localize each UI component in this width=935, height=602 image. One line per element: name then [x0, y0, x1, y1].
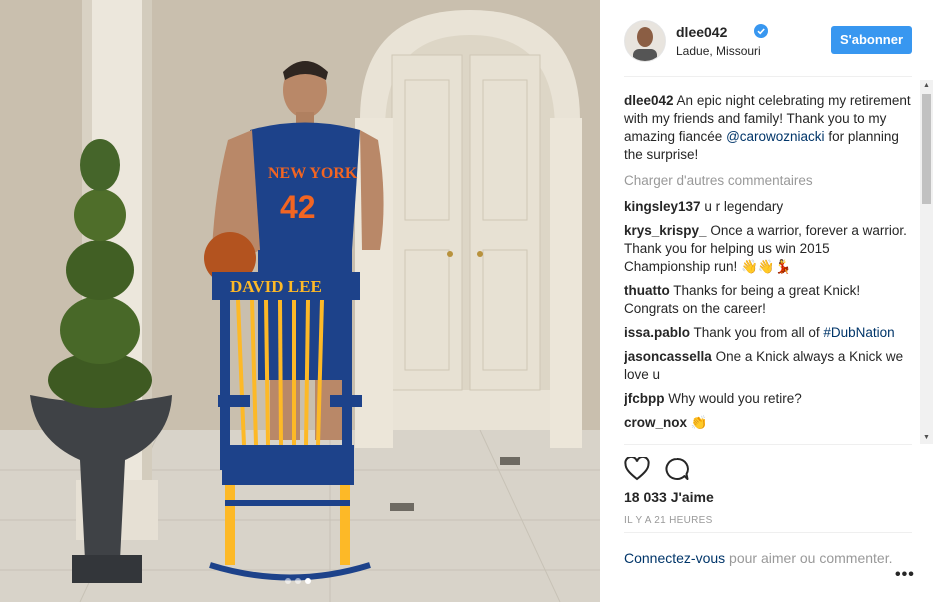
scroll-up-arrow-icon[interactable]: ▲ — [920, 80, 933, 92]
comment-item: thuatto Thanks for being a great Knick! … — [624, 282, 914, 318]
follow-button[interactable]: S'abonner — [830, 26, 912, 54]
chair-name-text: DAVID LEE — [230, 277, 322, 296]
comment-username[interactable]: crow_nox — [624, 415, 687, 430]
carousel-dot-active — [305, 578, 311, 584]
comment-username[interactable]: issa.pablo — [624, 325, 690, 340]
scrollbar-thumb[interactable] — [922, 94, 931, 204]
comment-username[interactable]: kingsley137 — [624, 199, 701, 214]
login-prompt-text: pour aimer ou commenter. — [725, 550, 893, 566]
comments-scrollbar[interactable]: ▲ ▼ — [920, 80, 933, 444]
login-link[interactable]: Connectez-vous — [624, 550, 725, 566]
avatar-image — [625, 21, 665, 61]
carousel-dot — [285, 578, 291, 584]
post-header: dlee042 Ladue, Missouri S'abonner — [624, 16, 912, 77]
comment-hashtag[interactable]: #DubNation — [823, 325, 894, 340]
post-photo[interactable]: NEW YORK 42 DAVID LEE — [0, 0, 600, 602]
post-timestamp[interactable]: IL Y A 21 HEURES — [624, 515, 713, 526]
comment-item: issa.pablo Thank you from all of #DubNat… — [624, 324, 914, 342]
comment-item: kingsley137 u r legendary — [624, 198, 914, 216]
comment-item: crow_nox 👏 — [624, 414, 914, 432]
carousel-dot — [295, 578, 301, 584]
caption: dlee042 An epic night celebrating my ret… — [624, 92, 914, 164]
location-link[interactable]: Ladue, Missouri — [676, 44, 761, 58]
comment-username[interactable]: jfcbpp — [624, 391, 665, 406]
comment-text: 👏 — [687, 415, 708, 430]
jersey-team-text: NEW YORK — [268, 165, 358, 182]
carousel-indicator — [285, 578, 311, 584]
caption-mention[interactable]: @carowozniacki — [726, 129, 825, 144]
comment-username[interactable]: thuatto — [624, 283, 670, 298]
comment-username[interactable]: krys_krispy_ — [624, 223, 707, 238]
username-link[interactable]: dlee042 — [676, 24, 727, 40]
comment-text: u r legendary — [700, 199, 784, 214]
post-actions: 18 033 J'aime IL Y A 21 HEURES — [624, 444, 912, 545]
comment-icon[interactable] — [664, 457, 690, 481]
jersey-number-text: 42 — [280, 189, 316, 225]
comment-item: jasoncassella One a Knick always a Knick… — [624, 348, 914, 384]
load-more-comments-link[interactable]: Charger d'autres commentaires — [624, 172, 914, 190]
verified-badge-icon — [754, 24, 768, 38]
login-prompt: Connectez-vous pour aimer ou commenter. — [624, 532, 912, 567]
comment-text: Thank you from all of — [690, 325, 824, 340]
comment-item: krys_krispy_ Once a warrior, forever a w… — [624, 222, 914, 276]
scroll-down-arrow-icon[interactable]: ▼ — [920, 432, 933, 444]
comment-item: jfcbpp Why would you retire? — [624, 390, 914, 408]
comment-text: Why would you retire? — [664, 391, 802, 406]
heart-icon[interactable] — [624, 457, 650, 481]
likes-count[interactable]: 18 033 J'aime — [624, 489, 714, 505]
avatar[interactable] — [624, 20, 666, 62]
more-options-icon[interactable]: ••• — [895, 566, 915, 584]
caption-username[interactable]: dlee042 — [624, 93, 674, 108]
photo-illustration: NEW YORK 42 DAVID LEE — [0, 0, 600, 602]
comments-list: dlee042 An epic night celebrating my ret… — [624, 92, 914, 444]
comment-username[interactable]: jasoncassella — [624, 349, 712, 364]
